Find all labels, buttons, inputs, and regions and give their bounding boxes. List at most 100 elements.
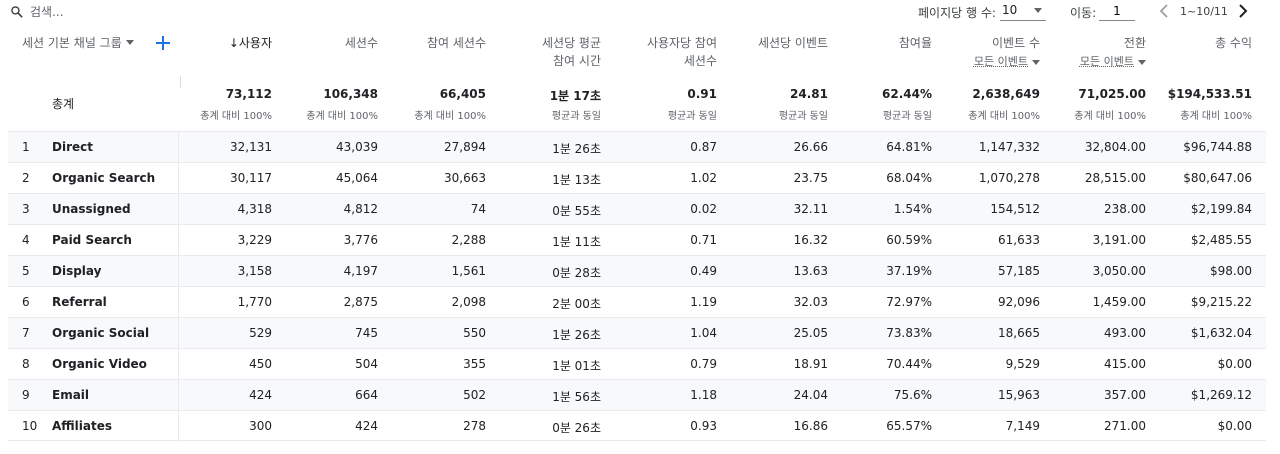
column-header-label: 이벤트 수 <box>992 36 1040 50</box>
table-row[interactable]: 8 Organic Video 450 504 355 1분 01초 0.79 18.91 70… <box>8 348 1266 380</box>
totals-value: 66,405 <box>439 87 486 101</box>
goto-label: 이동: <box>1070 6 1097 20</box>
metric-cell: 0분 28초 <box>552 266 601 280</box>
totals-comparison: 평균과 동일 <box>778 111 828 122</box>
metric-cell: 357.00 <box>1104 388 1146 402</box>
metric-cell: 664 <box>355 388 378 402</box>
metric-cell: 16.32 <box>793 233 828 247</box>
row-index: 3 <box>22 202 30 216</box>
metric-cell: 1.19 <box>690 295 717 309</box>
table-row[interactable]: 9 Email 424 664 502 1분 56초 1.18 24.04 75.6% 15,96… <box>8 379 1266 411</box>
channel-name[interactable]: Organic Video <box>52 357 147 371</box>
channel-name[interactable]: Affiliates <box>52 419 112 433</box>
event-filter-dropdown[interactable]: 모든 이벤트 <box>974 53 1040 71</box>
row-index: 4 <box>22 233 30 247</box>
channel-name[interactable]: Display <box>52 264 101 278</box>
metric-cell: 92,096 <box>998 295 1040 309</box>
column-header-total-revenue[interactable]: 총 수익 <box>1158 34 1252 52</box>
next-page-button[interactable] <box>1234 1 1252 21</box>
metric-cell: 1,459.00 <box>1092 295 1146 309</box>
metric-cell: 61,633 <box>998 233 1040 247</box>
table-row[interactable]: 3 Unassigned 4,318 4,812 74 0분 55초 0.02 32.11 1.… <box>8 193 1266 225</box>
totals-value: 24.81 <box>790 87 828 101</box>
metric-cell: 72.97% <box>886 295 932 309</box>
metric-cell: $80,647.06 <box>1183 171 1252 185</box>
metric-cell: 493.00 <box>1104 326 1146 340</box>
metric-cell: 238.00 <box>1104 202 1146 216</box>
column-header-sessions[interactable]: 세션수 <box>280 34 378 52</box>
metric-cell: 1분 11초 <box>552 235 601 249</box>
search-icon[interactable] <box>10 5 23 18</box>
totals-value: 106,348 <box>323 87 378 101</box>
totals-value: 73,112 <box>225 87 272 101</box>
column-header-engagement-rate[interactable]: 참여율 <box>838 34 932 52</box>
rows-per-page-label: 페이지당 행 수: <box>918 6 996 20</box>
column-header-conversions[interactable]: 전환 모든 이벤트 <box>1052 34 1146 71</box>
totals-comparison: 총계 대비 100% <box>306 111 378 122</box>
metric-cell: 0.02 <box>690 202 717 216</box>
rows-per-page-select[interactable]: 10 <box>1000 1 1046 21</box>
metric-cell: 0.49 <box>690 264 717 278</box>
metric-cell: 13.63 <box>793 264 828 278</box>
metric-cell: 3,776 <box>343 233 378 247</box>
column-header-events-per-session[interactable]: 세션당 이벤트 <box>726 34 828 52</box>
metric-cell: 1,561 <box>451 264 486 278</box>
table-row[interactable]: 7 Organic Social 529 745 550 1분 26초 1.04 25.05 7… <box>8 317 1266 349</box>
table-row[interactable]: 10 Affiliates 300 424 278 0분 26초 0.93 16.86 65.5… <box>8 410 1266 442</box>
column-header-avg-engagement-time[interactable]: 세션당 평균 참여 시간 <box>496 34 601 70</box>
event-filter-dropdown[interactable]: 모든 이벤트 <box>1080 53 1146 71</box>
metric-cell: 2분 00초 <box>552 297 601 311</box>
row-index: 6 <box>22 295 30 309</box>
dimension-selector[interactable]: 세션 기본 채널 그룹 <box>22 34 134 51</box>
table-row[interactable]: 1 Direct 32,131 43,039 27,894 1분 26초 0.87 26.66… <box>8 131 1266 163</box>
table-row[interactable]: 5 Display 3,158 4,197 1,561 0분 28초 0.49 13.63 37… <box>8 255 1266 287</box>
metric-cell: 1분 26초 <box>552 328 601 342</box>
row-index: 7 <box>22 326 30 340</box>
column-header-engaged-sessions-per-user[interactable]: 사용자당 참여 세션수 <box>612 34 717 70</box>
metric-cell: 355 <box>463 357 486 371</box>
metric-cell: 60.59% <box>886 233 932 247</box>
metric-cell: 1,070,278 <box>978 171 1040 185</box>
column-header-event-count[interactable]: 이벤트 수 모든 이벤트 <box>946 34 1040 71</box>
dimension-label: 세션 기본 채널 그룹 <box>22 36 122 50</box>
metric-cell: 1분 56초 <box>552 390 601 404</box>
add-dimension-button[interactable] <box>154 34 172 52</box>
metric-cell: 32.11 <box>793 202 828 216</box>
table-row[interactable]: 6 Referral 1,770 2,875 2,098 2분 00초 1.19 32.03 7… <box>8 286 1266 318</box>
search-input[interactable] <box>30 3 330 21</box>
metric-cell: 24.04 <box>793 388 828 402</box>
metric-cell: 1분 01초 <box>552 359 601 373</box>
metric-cell: 1.02 <box>690 171 717 185</box>
row-index: 2 <box>22 171 30 185</box>
channel-name[interactable]: Organic Search <box>52 171 155 185</box>
channel-name[interactable]: Email <box>52 388 89 402</box>
metric-cell: 30,663 <box>444 171 486 185</box>
channel-name[interactable]: Referral <box>52 295 107 309</box>
metric-cell: 18.91 <box>793 357 828 371</box>
previous-page-button[interactable] <box>1155 1 1173 21</box>
metric-cell: $2,199.84 <box>1190 202 1252 216</box>
column-header-label: 전환 <box>1123 36 1146 50</box>
metric-cell: 25.05 <box>793 326 828 340</box>
column-divider <box>178 225 179 256</box>
metric-cell: 502 <box>463 388 486 402</box>
channel-name[interactable]: Organic Social <box>52 326 149 340</box>
column-divider <box>178 132 179 163</box>
column-header-users[interactable]: ↓사용자 <box>180 34 272 52</box>
channel-name[interactable]: Direct <box>52 140 93 154</box>
goto-page-input[interactable] <box>1099 1 1135 21</box>
metric-cell: $1,632.04 <box>1190 326 1252 340</box>
column-divider <box>178 349 179 380</box>
metric-cell: 529 <box>249 326 272 340</box>
table-row[interactable]: 2 Organic Search 30,117 45,064 30,663 1분 13초 1… <box>8 162 1266 194</box>
table-row[interactable]: 4 Paid Search 3,229 3,776 2,288 1분 11초 0.71 16.… <box>8 224 1266 256</box>
column-header-label: 참여율 <box>898 36 932 50</box>
metric-cell: 0분 26초 <box>552 421 601 435</box>
metric-cell: 57,185 <box>998 264 1040 278</box>
column-header-engaged-sessions[interactable]: 참여 세션수 <box>386 34 486 52</box>
channel-name[interactable]: Unassigned <box>52 202 131 216</box>
metric-cell: 0.71 <box>690 233 717 247</box>
column-divider <box>178 318 179 349</box>
metric-cell: 26.66 <box>793 140 828 154</box>
channel-name[interactable]: Paid Search <box>52 233 132 247</box>
